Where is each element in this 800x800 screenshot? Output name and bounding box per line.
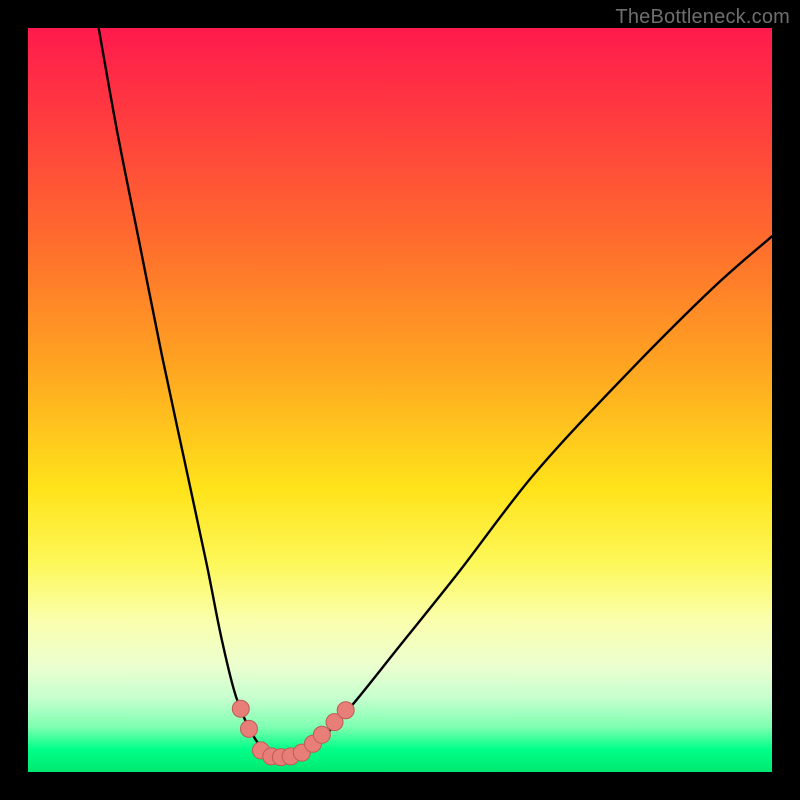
curve-marker — [232, 700, 249, 717]
curve-marker — [337, 702, 354, 719]
curve-marker — [240, 720, 257, 737]
chart-area — [28, 28, 772, 772]
watermark-text: TheBottleneck.com — [615, 6, 790, 29]
bottleneck-curve-svg — [28, 28, 772, 772]
curve-marker — [313, 726, 330, 743]
bottleneck-curve — [99, 28, 772, 758]
curve-markers — [232, 700, 354, 765]
